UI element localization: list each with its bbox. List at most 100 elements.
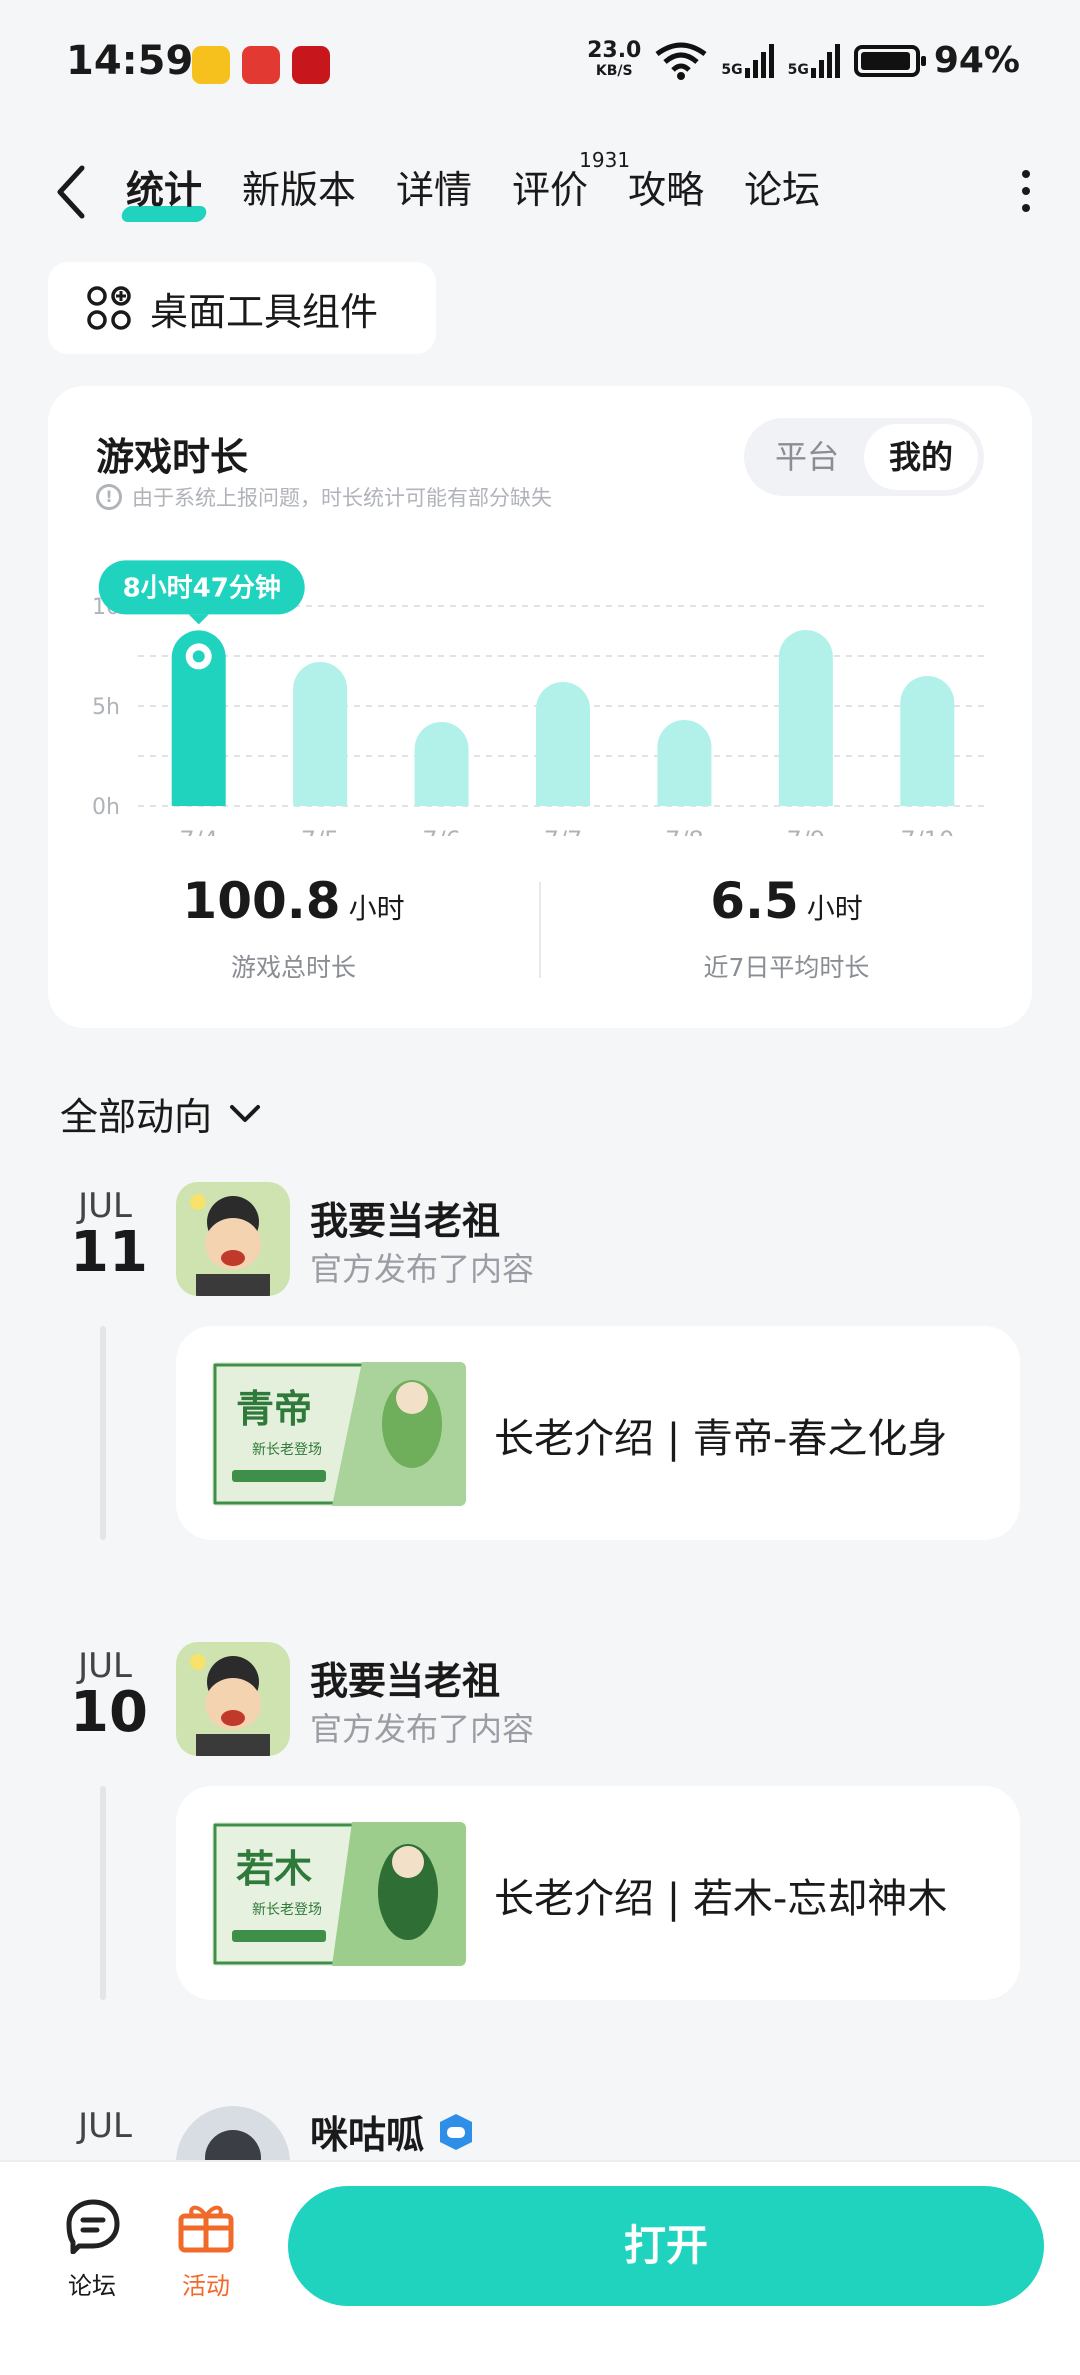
tab-new-version[interactable]: 新版本 — [242, 150, 356, 230]
x-tick-label: 7/4 — [179, 826, 218, 836]
feed-item: JUL 10 我要当老祖 官方发布了内容 若木 新长老登场 长老介绍 | 若木-… — [0, 1640, 1080, 2000]
app-notification-icon — [242, 46, 280, 84]
status-bar: 14:59 23.0 KB/S 5G 5G 94% — [0, 0, 1080, 130]
back-arrow-icon[interactable] — [50, 162, 94, 222]
author-name[interactable]: 我要当老祖 — [310, 1650, 500, 1705]
x-tick-label: 7/6 — [422, 826, 461, 836]
x-tick-label: 7/8 — [665, 826, 704, 836]
bar — [414, 722, 469, 806]
timeline-line — [100, 1786, 106, 2000]
bar — [778, 630, 833, 806]
svg-text:青帝: 青帝 — [236, 1386, 312, 1431]
post-card[interactable]: 若木 新长老登场 长老介绍 | 若木-忘却神木 — [176, 1786, 1020, 2000]
reviews-count-badge: 1931 — [579, 148, 631, 172]
svg-text:新长老登场: 新长老登场 — [252, 1902, 322, 1918]
status-time: 14:59 — [66, 38, 194, 84]
total-time-stat: 100.8 小时 游戏总时长 — [48, 872, 539, 1002]
source-toggle: 平台 我的 — [744, 418, 984, 496]
battery-icon — [853, 44, 926, 77]
feed-filter-dropdown[interactable]: 全部动向 — [60, 1086, 262, 1141]
chevron-down-icon — [230, 1104, 261, 1122]
app-notification-icon — [192, 46, 230, 84]
desktop-widget-button[interactable]: 桌面工具组件 — [48, 262, 436, 354]
info-icon: ! — [96, 484, 122, 510]
bar — [293, 662, 348, 806]
avg-time-stat: 6.5 小时 近7日平均时长 — [541, 872, 1032, 1002]
x-tick-label: 7/7 — [544, 826, 583, 836]
svg-text:新长老登场: 新长老登场 — [252, 1442, 322, 1458]
bank-notification-icon — [292, 46, 330, 84]
avg-time-label: 近7日平均时长 — [703, 953, 870, 982]
timeline-line — [100, 1326, 106, 1540]
author-avatar[interactable] — [176, 1642, 290, 1756]
cellular-signal-icon: 5G — [788, 43, 840, 78]
toggle-platform[interactable]: 平台 — [750, 424, 864, 490]
y-tick-label: 0h — [92, 795, 120, 820]
bar — [657, 720, 712, 806]
cellular-signal-icon: 5G — [721, 43, 774, 78]
total-time-label: 游戏总时长 — [230, 953, 356, 982]
bar-tooltip-pointer — [188, 614, 209, 625]
author-name: 咪咕呱 — [310, 2113, 425, 2157]
notification-icons — [192, 46, 330, 84]
forum-label: 论坛 — [68, 2272, 116, 2300]
bar-tooltip-label: 8小时47分钟 — [123, 572, 281, 603]
battery-percent: 94% — [933, 40, 1020, 81]
forum-chat-icon — [66, 2199, 120, 2255]
tab-details[interactable]: 详情 — [396, 150, 472, 230]
toggle-mine[interactable]: 我的 — [864, 424, 978, 490]
tab-forum[interactable]: 论坛 — [744, 150, 820, 230]
network-speed: 23.0 KB/S — [587, 37, 642, 79]
verified-badge-icon — [440, 2113, 473, 2150]
y-tick-label: 5h — [92, 695, 120, 720]
feed-item: JUL 11 我要当老祖 官方发布了内容 青帝 新长老登场 长老介绍 | 青帝-… — [0, 1180, 1080, 1540]
status-right: 23.0 KB/S 5G 5G 94% — [587, 37, 1020, 81]
x-tick-label: 7/10 — [900, 826, 954, 836]
play-time-summary: 100.8 小时 游戏总时长 6.5 小时 近7日平均时长 — [48, 872, 1032, 1002]
wifi-icon — [655, 42, 707, 80]
author-avatar[interactable] — [176, 2106, 290, 2160]
bottom-action-bar: 论坛 活动 打开 — [0, 2160, 1080, 2375]
author-row[interactable]: 咪咕呱 — [310, 2104, 476, 2159]
svg-text:若木: 若木 — [236, 1846, 312, 1891]
total-time-unit: 小时 — [348, 892, 405, 925]
more-options-icon[interactable] — [1016, 168, 1036, 214]
play-time-card: 游戏时长 ! 由于系统上报问题，时长统计可能有部分缺失 平台 我的 0h 5h 10… — [48, 386, 1032, 1028]
card-title: 游戏时长 — [96, 435, 249, 479]
top-nav: 统计 新版本 详情 评价 1931 攻略 论坛 — [0, 150, 1080, 240]
tab-guides[interactable]: 攻略 — [628, 150, 704, 230]
author-action: 官方发布了内容 — [310, 1250, 535, 1288]
post-card[interactable]: 青帝 新长老登场 长老介绍 | 青帝-春之化身 — [176, 1326, 1020, 1540]
post-title: 长老介绍 | 青帝-春之化身 — [494, 1416, 948, 1462]
avg-time-value: 6.5 — [710, 872, 799, 930]
feed-day: 10 — [70, 1680, 148, 1745]
card-note: ! 由于系统上报问题，时长统计可能有部分缺失 — [96, 482, 552, 512]
author-action: 官方发布了内容 — [310, 1710, 535, 1748]
bar — [900, 676, 955, 806]
tab-stats[interactable]: 统计 — [126, 150, 202, 230]
desktop-widget-label: 桌面工具组件 — [150, 289, 379, 334]
activity-button[interactable]: 活动 — [166, 2198, 246, 2301]
avg-time-unit: 小时 — [806, 892, 863, 925]
bar-marker-dot-inner — [192, 650, 205, 663]
feed-day: 11 — [70, 1220, 148, 1285]
forum-button[interactable]: 论坛 — [52, 2198, 132, 2301]
total-time-value: 100.8 — [182, 872, 341, 930]
widget-grid-icon — [87, 286, 131, 330]
post-thumbnail: 青帝 新长老登场 — [212, 1362, 466, 1506]
play-time-chart: 0h5h10h7/48小时47分钟7/57/67/77/87/97/10 — [92, 560, 988, 836]
author-avatar[interactable] — [176, 1182, 290, 1296]
feed-item: JUL 咪咕呱 — [0, 2100, 1080, 2160]
gift-icon — [178, 2205, 234, 2253]
activity-label: 活动 — [182, 2272, 230, 2300]
open-game-button[interactable]: 打开 — [288, 2186, 1044, 2306]
tab-reviews[interactable]: 评价 1931 — [512, 150, 630, 230]
feed-month: JUL — [78, 2106, 132, 2146]
feed-filter-label: 全部动向 — [60, 1095, 213, 1139]
bar — [536, 682, 590, 806]
tab-bar: 统计 新版本 详情 评价 1931 攻略 论坛 — [126, 150, 860, 230]
x-tick-label: 7/9 — [787, 826, 826, 836]
author-name[interactable]: 我要当老祖 — [310, 1190, 500, 1245]
post-thumbnail: 若木 新长老登场 — [212, 1822, 466, 1966]
x-tick-label: 7/5 — [301, 826, 340, 836]
